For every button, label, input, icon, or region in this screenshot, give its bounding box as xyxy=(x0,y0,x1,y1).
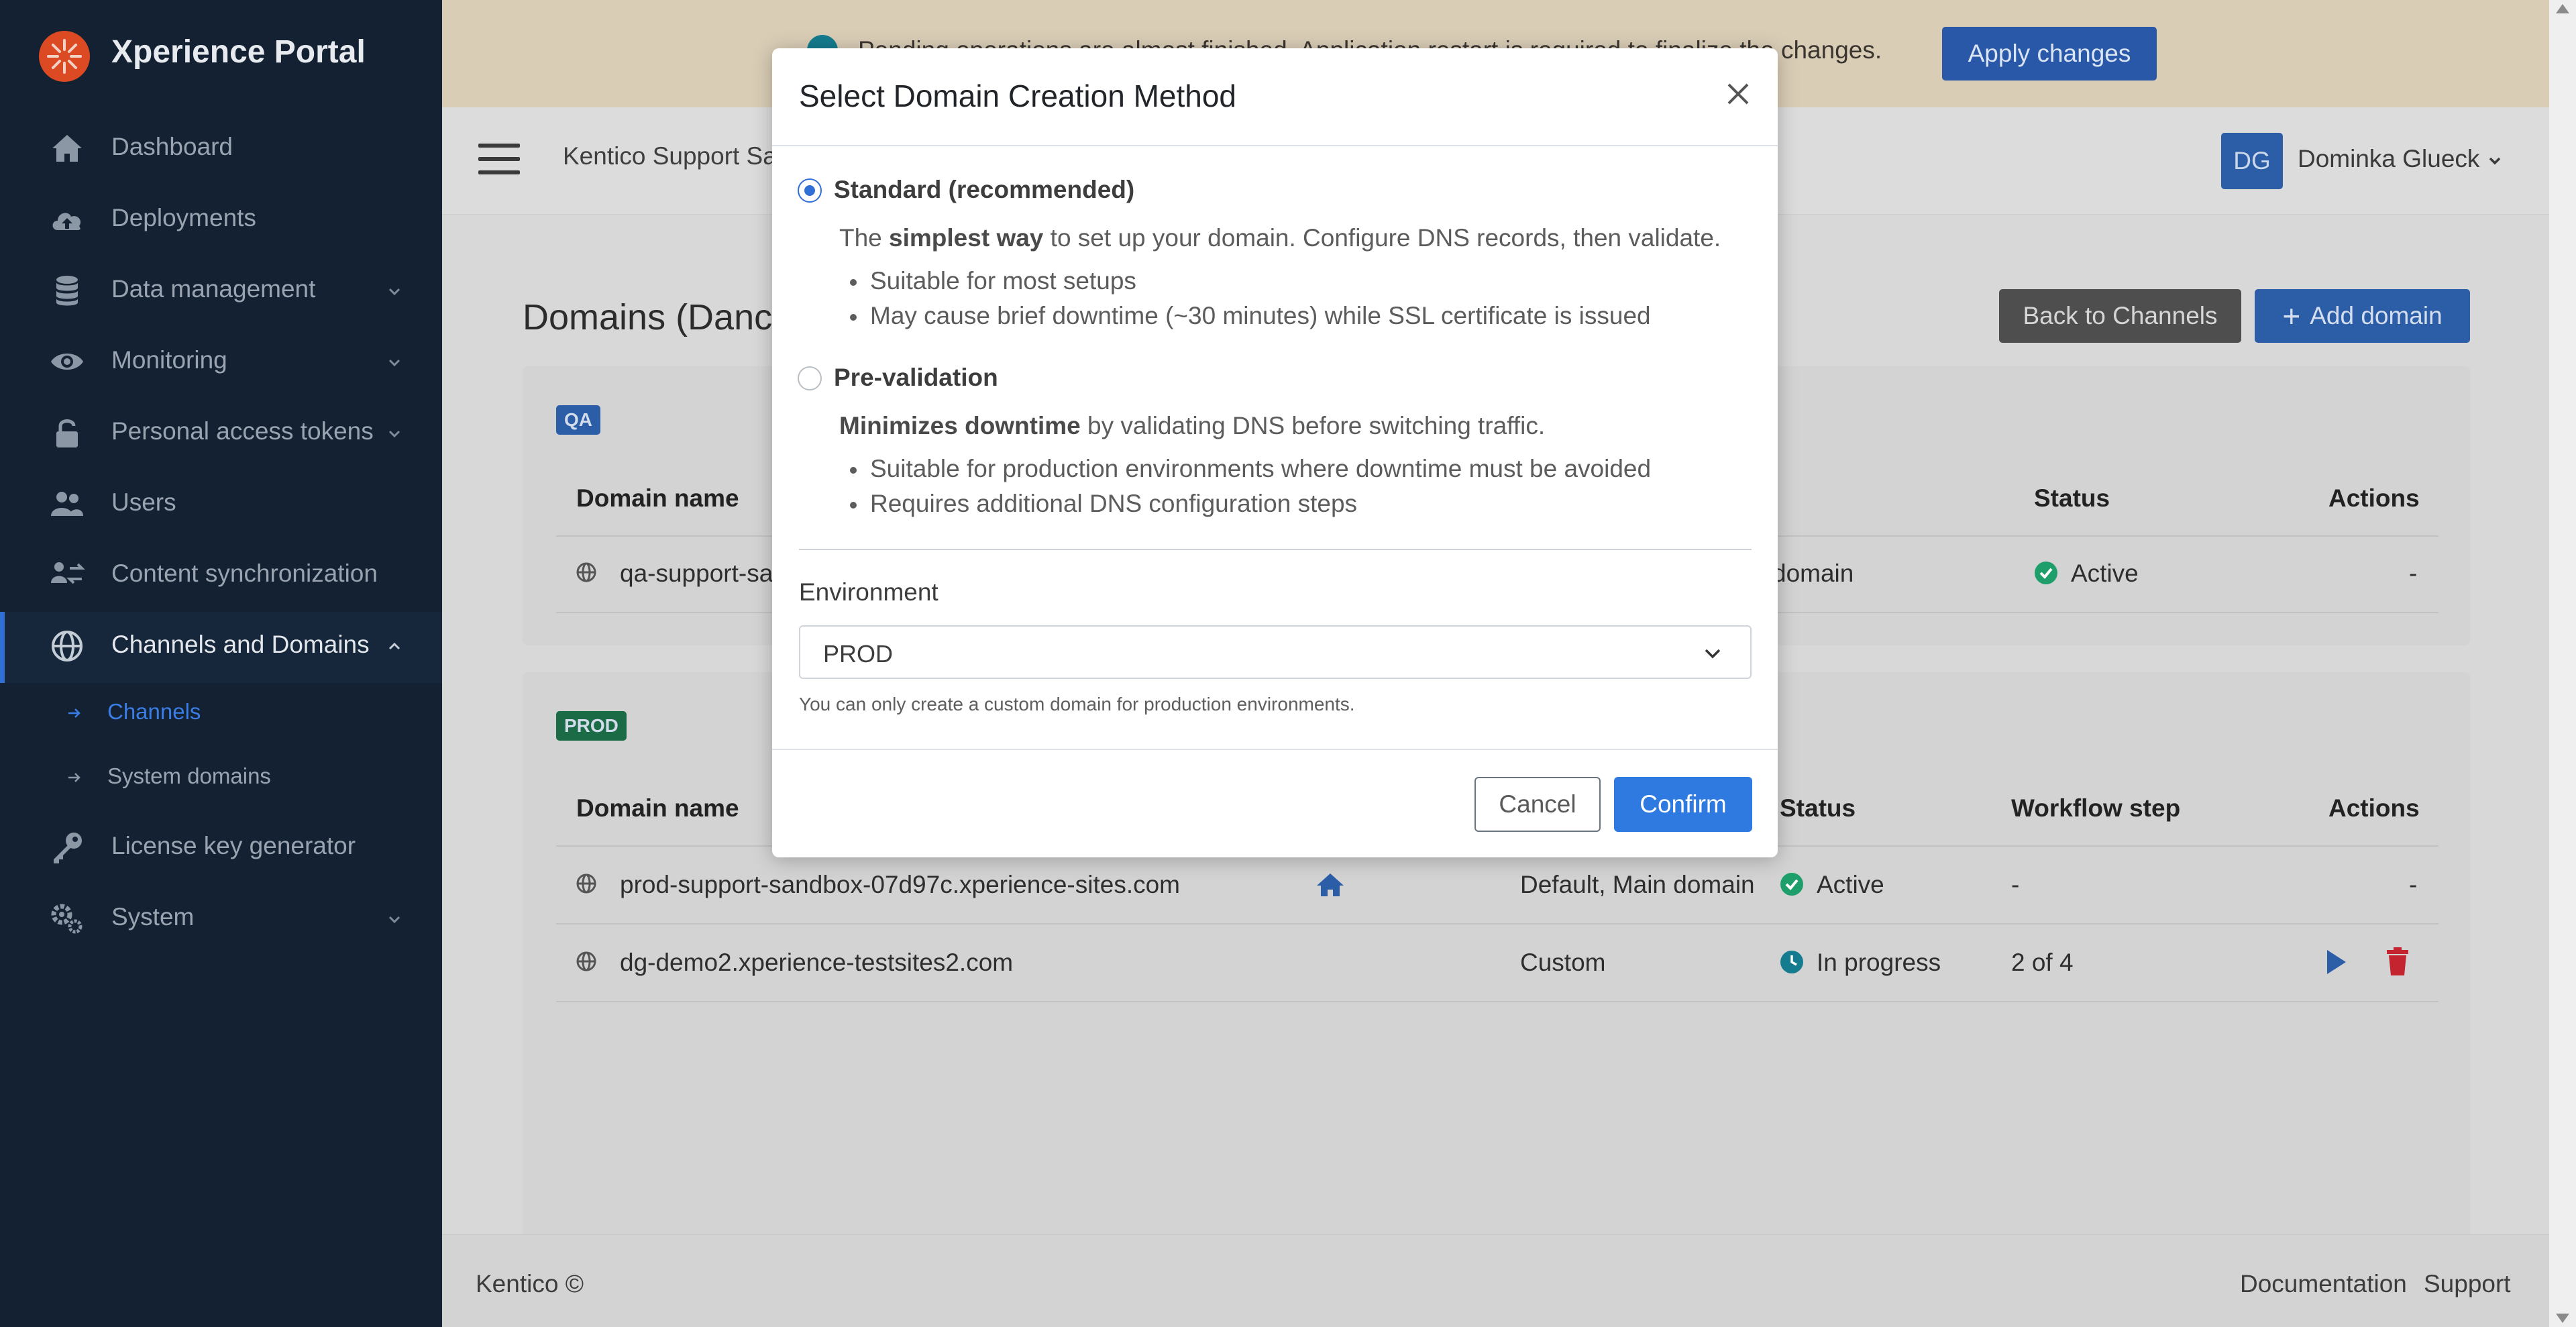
key-icon xyxy=(54,833,82,863)
pre-validation-method-description: Minimizes downtime by validating DNS bef… xyxy=(839,412,1545,440)
sidebar-item-label: Dashboard xyxy=(111,133,233,160)
domain-creation-method-dialog: Select Domain Creation Method Standard (… xyxy=(772,48,1778,857)
list-item: Suitable for most setups xyxy=(850,267,1136,295)
environment-label: Environment xyxy=(799,578,938,606)
sidebar-subitem-label: Channels xyxy=(107,699,201,724)
list-item: May cause brief downtime (~30 minutes) w… xyxy=(850,302,1651,329)
standard-method-radio[interactable] xyxy=(798,178,822,203)
sidebar-subitem-label: System domains xyxy=(107,763,271,788)
environment-select[interactable]: PROD xyxy=(799,625,1752,679)
scroll-up-icon[interactable] xyxy=(2556,4,2569,13)
description-emphasis: simplest way xyxy=(889,224,1044,252)
chevron-down-icon xyxy=(388,359,400,367)
sidebar-item-personal-access-tokens[interactable]: Personal access tokens xyxy=(0,399,442,470)
cancel-button[interactable]: Cancel xyxy=(1474,777,1601,832)
chevron-up-icon xyxy=(388,642,400,650)
sync-icon xyxy=(51,562,85,584)
arrow-right-icon xyxy=(68,708,80,718)
sidebar-item-content-synchronization[interactable]: Content synchronization xyxy=(0,541,442,612)
kentico-logo-icon[interactable] xyxy=(39,31,90,82)
sidebar-item-dashboard[interactable]: Dashboard xyxy=(0,114,442,185)
page-scrollbar[interactable] xyxy=(2549,0,2576,1327)
sidebar-item-label: Deployments xyxy=(111,204,256,231)
sidebar-item-users[interactable]: Users xyxy=(0,470,442,541)
sidebar-item-license-key-generator[interactable]: License key generator xyxy=(0,813,442,884)
sidebar-item-label: License key generator xyxy=(111,832,356,859)
globe-icon xyxy=(52,631,83,661)
sidebar-item-label: Content synchronization xyxy=(111,560,378,587)
home-icon xyxy=(52,135,82,162)
database-icon xyxy=(56,276,78,306)
arrow-right-icon xyxy=(68,773,80,782)
standard-method-description: The simplest way to set up your domain. … xyxy=(839,224,1721,252)
chevron-down-icon xyxy=(388,430,400,438)
app-title[interactable]: Xperience Portal xyxy=(111,34,366,70)
lock-icon xyxy=(56,419,78,447)
sidebar-item-label: Channels and Domains xyxy=(111,631,370,658)
sidebar-subitem-channels[interactable]: Channels xyxy=(0,683,442,743)
environment-help-text: You can only create a custom domain for … xyxy=(799,694,1355,714)
sidebar-item-label: Users xyxy=(111,488,176,516)
sidebar-subitem-system-domains[interactable]: System domains xyxy=(0,747,442,808)
sidebar-item-channels-and-domains[interactable]: Channels and Domains xyxy=(0,612,442,683)
environment-selected-value: PROD xyxy=(823,640,894,668)
confirm-button[interactable]: Confirm xyxy=(1614,777,1752,832)
sidebar: Xperience Portal Dashboard Deployments D… xyxy=(0,0,442,1327)
close-icon[interactable] xyxy=(1722,78,1754,110)
pre-validation-method-radio[interactable] xyxy=(798,366,822,390)
options-divider xyxy=(799,549,1752,550)
description-text: The xyxy=(839,224,890,252)
pre-validation-method-label[interactable]: Pre-validation xyxy=(834,364,998,392)
sidebar-item-label: System xyxy=(111,903,195,931)
sidebar-item-monitoring[interactable]: Monitoring xyxy=(0,327,442,399)
description-text: to set up your domain. Configure DNS rec… xyxy=(1043,224,1721,252)
sidebar-item-deployments[interactable]: Deployments xyxy=(0,185,442,256)
users-icon xyxy=(51,492,83,516)
cloud-upload-icon xyxy=(52,213,81,230)
description-emphasis: Minimizes downtime xyxy=(839,412,1081,439)
chevron-down-icon xyxy=(1705,649,1721,659)
sidebar-item-label: Monitoring xyxy=(111,346,227,374)
scroll-down-icon[interactable] xyxy=(2556,1314,2569,1323)
eye-icon xyxy=(51,354,83,370)
dialog-footer-divider xyxy=(772,749,1778,750)
gears-icon xyxy=(51,904,83,934)
sidebar-item-label: Personal access tokens xyxy=(111,417,374,445)
dialog-title: Select Domain Creation Method xyxy=(799,78,1236,113)
sidebar-item-system[interactable]: System xyxy=(0,884,442,955)
standard-method-label[interactable]: Standard (recommended) xyxy=(834,176,1134,204)
list-item: Suitable for production environments whe… xyxy=(849,455,1652,482)
sidebar-item-label: Data management xyxy=(111,275,316,303)
list-item: Requires additional DNS configuration st… xyxy=(849,490,1358,517)
description-text: by validating DNS before switching traff… xyxy=(1080,412,1546,439)
sidebar-item-data-management[interactable]: Data management xyxy=(0,256,442,327)
chevron-down-icon xyxy=(388,288,400,296)
chevron-down-icon xyxy=(388,916,400,924)
dialog-header-divider xyxy=(772,145,1778,146)
